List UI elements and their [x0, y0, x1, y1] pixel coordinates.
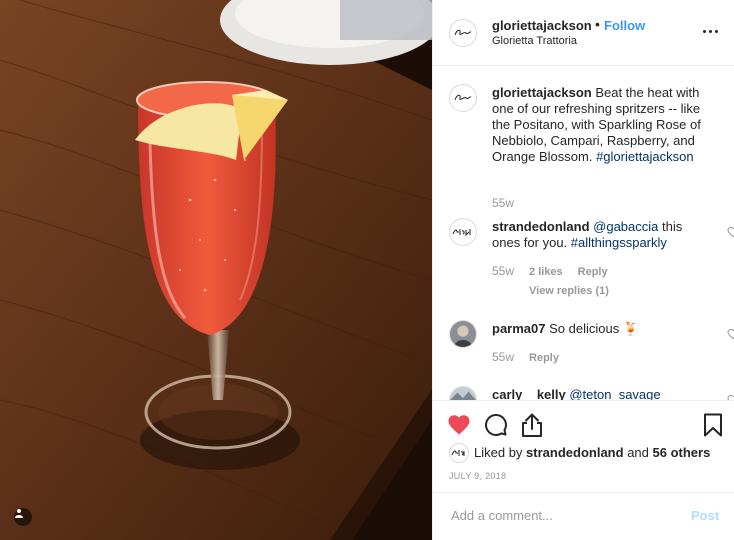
tagged-user-icon[interactable]	[14, 508, 32, 526]
liked-by-prefix: Liked by	[474, 445, 523, 460]
bookmark-save-icon[interactable]	[703, 413, 723, 437]
liked-by-and: and	[627, 445, 649, 460]
comment-hashtag-link[interactable]: #allthingssparkly	[571, 235, 667, 250]
comment-body: So delicious	[549, 321, 620, 336]
location-link[interactable]: Glorietta Trattoria	[492, 35, 577, 47]
caption-hashtag-link[interactable]: #gloriettajackson	[596, 149, 694, 164]
comment-username-link[interactable]: strandedonland	[492, 219, 590, 234]
post-header: gloriettajackson • Follow Glorietta Trat…	[433, 0, 734, 66]
liked-by-user-link[interactable]: strandedonland	[526, 445, 624, 460]
comment-like-heart-icon[interactable]	[727, 226, 734, 238]
comment-username-link[interactable]: parma07	[492, 321, 545, 336]
comment-age[interactable]: 55w	[492, 264, 514, 278]
caption-age[interactable]: 55w	[492, 196, 514, 210]
view-replies[interactable]: View replies (1)	[529, 285, 609, 297]
mention-link[interactable]: @teton_savage	[569, 387, 660, 400]
commenter-avatar[interactable]	[449, 218, 477, 246]
post-date[interactable]: JULY 9, 2018	[449, 471, 506, 481]
comment-bubble-icon[interactable]	[484, 413, 508, 437]
share-upload-icon[interactable]	[520, 412, 544, 438]
comment-meta: 55w 2 likes Reply	[492, 264, 608, 278]
comments-list[interactable]: gloriettajackson Beat the heat with one …	[433, 66, 734, 400]
glorietta-logo-icon[interactable]	[449, 19, 477, 47]
header-username-link[interactable]: gloriettajackson	[492, 18, 592, 33]
reply-button[interactable]: Reply	[578, 266, 608, 278]
comment-like-heart-icon[interactable]	[727, 328, 734, 340]
mention-link[interactable]: @gabaccia	[593, 219, 658, 234]
follow-button[interactable]: Follow	[604, 18, 645, 33]
comment-text: strandedonland @gabaccia this ones for y…	[492, 219, 707, 251]
post-side-panel: gloriettajackson • Follow Glorietta Trat…	[432, 0, 734, 540]
cocktail-photo	[0, 0, 432, 540]
caption-text: gloriettajackson Beat the heat with one …	[492, 85, 707, 165]
liker-avatar[interactable]	[449, 443, 469, 463]
like-heart-icon[interactable]	[447, 413, 471, 437]
likes-others-link[interactable]: 56 others	[653, 445, 711, 460]
post-actions: Liked by strandedonland and 56 others JU…	[433, 400, 734, 491]
commenter-avatar[interactable]	[449, 386, 477, 400]
comment-username-link[interactable]: carly__kelly	[492, 387, 566, 400]
add-comment-bar: Post	[433, 492, 734, 540]
add-comment-input[interactable]	[449, 507, 683, 524]
commenter-avatar[interactable]	[449, 320, 477, 348]
liked-by-text: Liked by strandedonland and 56 others	[474, 445, 710, 460]
more-options-icon[interactable]	[703, 30, 719, 36]
reply-button[interactable]: Reply	[529, 352, 559, 364]
comment-age[interactable]: 55w	[492, 350, 514, 364]
tropical-drink-emoji-icon: 🍹	[622, 321, 640, 336]
comment-meta: 55w Reply	[492, 350, 559, 364]
post-comment-button[interactable]: Post	[691, 508, 719, 523]
comment-likes-count[interactable]: 2 likes	[529, 266, 563, 278]
caption-username-link[interactable]: gloriettajackson	[492, 85, 592, 100]
view-replies-button[interactable]: View replies (1)	[529, 285, 609, 297]
comment-text: parma07 So delicious 🍹	[492, 321, 707, 337]
comment-text: carly__kelly @teton_savage	[492, 387, 707, 400]
post-photo[interactable]	[0, 0, 432, 540]
caption-meta: 55w	[492, 196, 514, 210]
glorietta-logo-icon[interactable]	[449, 84, 477, 112]
separator-dot: •	[595, 16, 600, 32]
